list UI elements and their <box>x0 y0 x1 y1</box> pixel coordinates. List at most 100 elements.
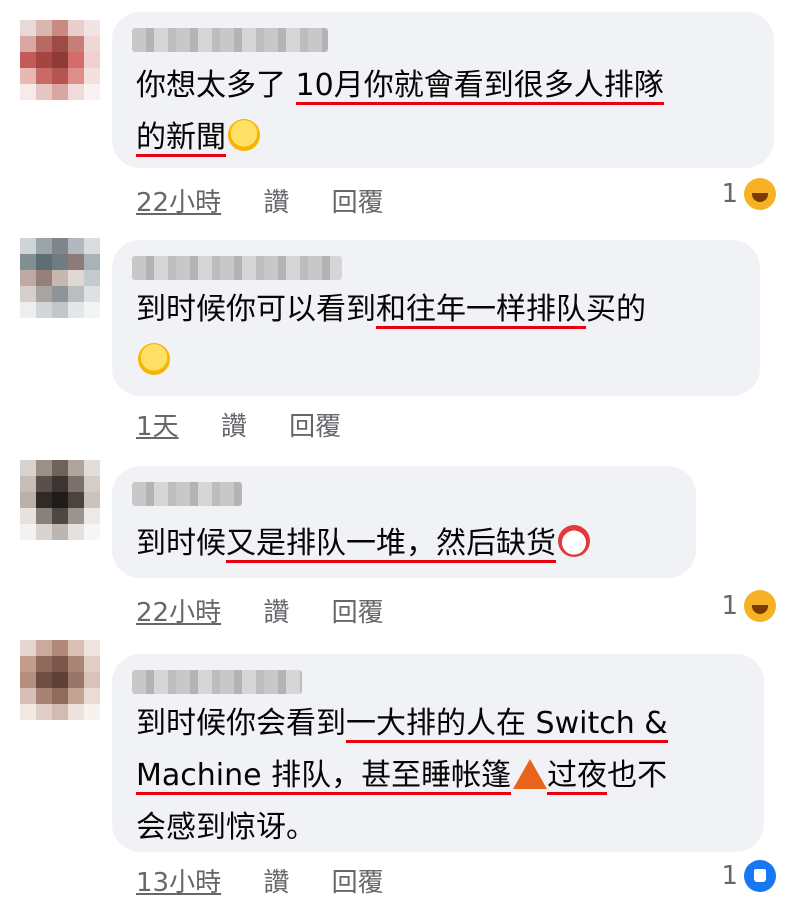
like-button[interactable]: 讚 <box>263 868 289 898</box>
timestamp-link[interactable]: 22小時 <box>136 188 221 218</box>
reply-button[interactable]: 回覆 <box>332 598 384 628</box>
avatar-pixel <box>68 68 84 84</box>
avatar-pixel <box>52 286 68 302</box>
avatar-pixel <box>84 508 100 524</box>
timestamp-link[interactable]: 1天 <box>136 412 179 442</box>
avatar-pixel <box>36 286 52 302</box>
avatar-pixel <box>84 672 100 688</box>
like-button[interactable]: 讚 <box>263 188 289 218</box>
comment-text-line: 的新聞 <box>136 112 664 164</box>
reaction-summary[interactable]: 1 <box>721 178 776 210</box>
reply-button[interactable]: 回覆 <box>332 868 384 898</box>
avatar-pixel <box>52 640 68 656</box>
avatar-pixel <box>68 286 84 302</box>
avatar-pixel <box>20 640 36 656</box>
comment-text: 到时候你会看到一大排的人在 Switch & Machine 排队，甚至睡帐篷 过夜… <box>136 698 668 854</box>
rofl-emoji-icon <box>228 119 260 151</box>
reaction-summary[interactable]: 1 <box>721 590 776 622</box>
text-segment: 也不 <box>607 758 668 793</box>
avatar-pixel <box>20 508 36 524</box>
avatar-pixel <box>84 640 100 656</box>
comment-text-line: 会感到惊讶。 <box>136 802 668 854</box>
avatar-pixel <box>68 302 84 318</box>
tent-emoji-icon <box>513 759 548 789</box>
highlighted-text: 一大排的人在 Switch & <box>346 706 668 741</box>
avatar-pixel <box>52 254 68 270</box>
highlighted-text: 的新聞 <box>136 120 226 155</box>
commenter-name-blurred[interactable] <box>132 28 328 52</box>
avatar-pixel <box>20 460 36 476</box>
avatar-pixel <box>68 688 84 704</box>
avatar-pixel <box>68 640 84 656</box>
reply-button[interactable]: 回覆 <box>289 412 341 442</box>
avatar-pixel <box>84 286 100 302</box>
timestamp-link[interactable]: 22小時 <box>136 598 221 628</box>
avatar-pixel <box>36 640 52 656</box>
avatar-pixel <box>84 476 100 492</box>
avatar-pixel <box>20 52 36 68</box>
avatar-pixel <box>52 672 68 688</box>
avatar-pixel <box>36 656 52 672</box>
reaction-summary[interactable]: 1 <box>721 860 776 892</box>
avatar-pixel <box>68 476 84 492</box>
comment-avatar[interactable] <box>20 238 100 318</box>
avatar-pixel <box>52 20 68 36</box>
avatar-pixel <box>68 238 84 254</box>
avatar-pixel <box>20 36 36 52</box>
reaction-count: 1 <box>721 861 738 891</box>
highlighted-text: 10月你就會看到很多人排隊 <box>295 68 664 103</box>
avatar-pixel <box>20 704 36 720</box>
comment-text: 到时候又是排队一堆，然后缺货 <box>136 518 590 570</box>
avatar-pixel <box>52 460 68 476</box>
avatar-pixel <box>68 270 84 286</box>
haha-reaction-icon <box>744 590 776 622</box>
commenter-name-blurred[interactable] <box>132 256 342 280</box>
avatar-pixel <box>68 36 84 52</box>
avatar-pixel <box>36 68 52 84</box>
timestamp-link[interactable]: 13小時 <box>136 868 221 898</box>
avatar-pixel <box>52 52 68 68</box>
text-segment: 你想太多了 <box>136 68 296 103</box>
reply-button[interactable]: 回覆 <box>332 188 384 218</box>
comment-meta: 22小時 讚 回覆 <box>136 592 384 629</box>
avatar-pixel <box>68 52 84 68</box>
avatar-pixel <box>36 524 52 540</box>
avatar-pixel <box>84 270 100 286</box>
avatar-pixel <box>84 52 100 68</box>
comment-text-line: Machine 排队，甚至睡帐篷 过夜也不 <box>136 750 668 802</box>
avatar-pixel <box>36 36 52 52</box>
joy-emoji-icon <box>138 343 170 375</box>
like-button[interactable]: 讚 <box>221 412 247 442</box>
avatar-pixel <box>52 524 68 540</box>
avatar-pixel <box>36 52 52 68</box>
comment-text-line: 到时候又是排队一堆，然后缺货 <box>136 518 590 570</box>
avatar-pixel <box>36 704 52 720</box>
avatar-pixel <box>84 656 100 672</box>
avatar-pixel <box>52 84 68 100</box>
avatar-pixel <box>84 254 100 270</box>
comment-text-line: 你想太多了 10月你就會看到很多人排隊 <box>136 60 664 112</box>
comment-avatar[interactable] <box>20 20 100 100</box>
commenter-name-blurred[interactable] <box>132 670 302 694</box>
comment-bubble: 到时候又是排队一堆，然后缺货 <box>112 466 696 578</box>
avatar-pixel <box>68 672 84 688</box>
avatar-pixel <box>52 302 68 318</box>
text-segment: 会感到惊讶。 <box>136 810 316 845</box>
avatar-pixel <box>36 492 52 508</box>
avatar-pixel <box>68 704 84 720</box>
avatar-pixel <box>36 672 52 688</box>
avatar-pixel <box>84 238 100 254</box>
comment-text-line <box>136 336 646 388</box>
avatar-pixel <box>20 286 36 302</box>
avatar-pixel <box>36 270 52 286</box>
comment-avatar[interactable] <box>20 460 100 540</box>
commenter-name-blurred[interactable] <box>132 482 242 506</box>
comment-meta: 1天 讚 回覆 <box>136 406 341 443</box>
comment-avatar[interactable] <box>20 640 100 720</box>
like-button[interactable]: 讚 <box>263 598 289 628</box>
avatar-pixel <box>68 656 84 672</box>
highlighted-text: 和往年一样排队 <box>376 292 586 327</box>
comment-text-line: 到时候你会看到一大排的人在 Switch & <box>136 698 668 750</box>
avatar-pixel <box>20 254 36 270</box>
avatar-pixel <box>36 20 52 36</box>
